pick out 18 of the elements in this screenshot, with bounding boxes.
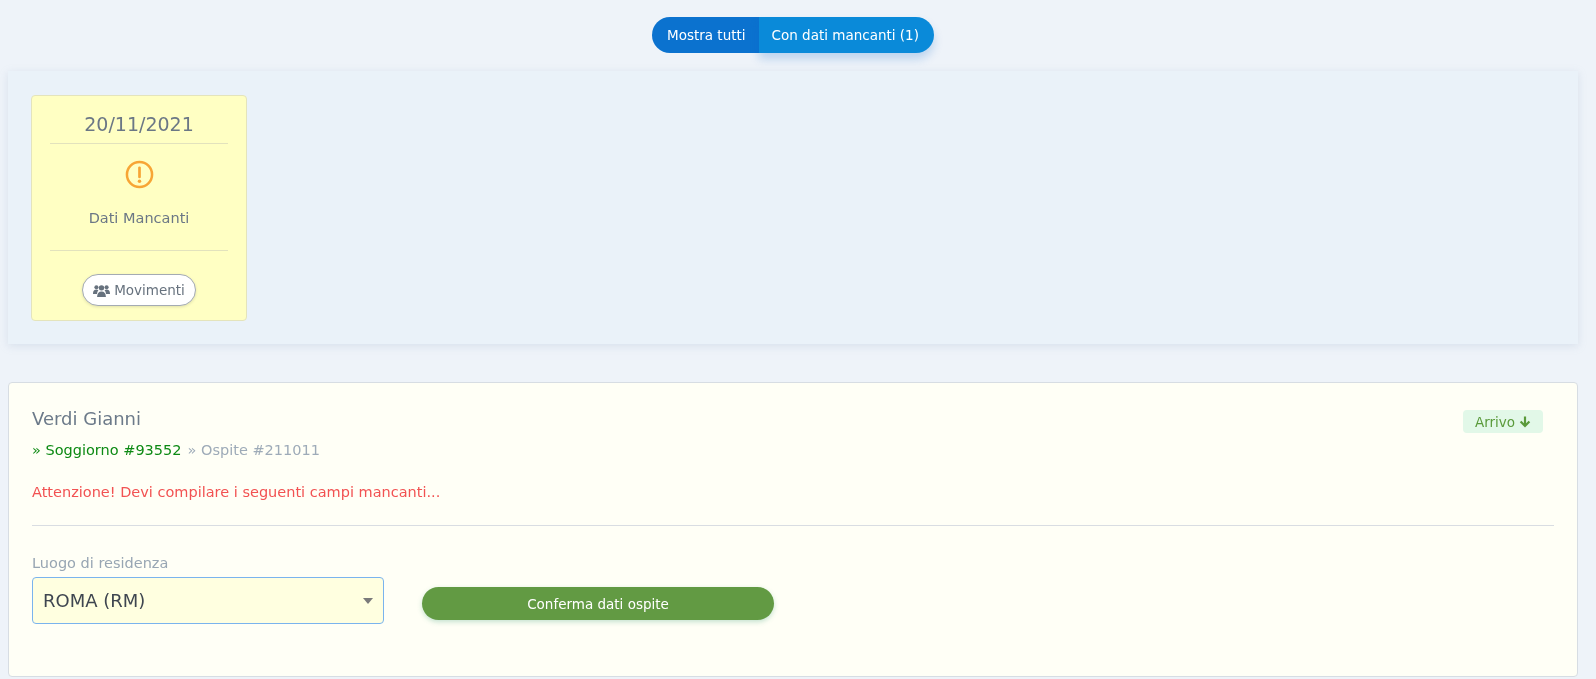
- residence-select[interactable]: ROMA (RM): [32, 577, 384, 624]
- day-card[interactable]: 20/11/2021 Dati Mancanti Movimenti: [31, 95, 247, 321]
- status-label: Dati Mancanti: [87, 209, 191, 228]
- caret-icon: [363, 597, 373, 604]
- arrival-label: Arrivo: [1474, 413, 1515, 430]
- date-label: 20/11/2021: [83, 112, 195, 137]
- warning-message: Attenzione! Devi compilare i seguenti campi mancanti...: [32, 483, 442, 502]
- filter-button[interactable]: Con dati mancanti (1): [758, 17, 934, 53]
- guest-name: Verdi Gianni: [32, 407, 143, 431]
- exclamation-circle-icon: [124, 160, 154, 189]
- filter-button[interactable]: Mostra tutti: [652, 17, 759, 53]
- guest-number: » Ospite #211011: [187, 441, 320, 460]
- movements-button[interactable]: Movimenti: [82, 274, 196, 306]
- arrow-down-icon: [1519, 415, 1531, 428]
- field-label: Luogo di residenza: [32, 554, 170, 573]
- confirm-button[interactable]: Conferma dati ospite: [422, 587, 774, 620]
- stay-link[interactable]: » Soggiorno #93552: [32, 439, 182, 461]
- users-icon: [93, 283, 111, 297]
